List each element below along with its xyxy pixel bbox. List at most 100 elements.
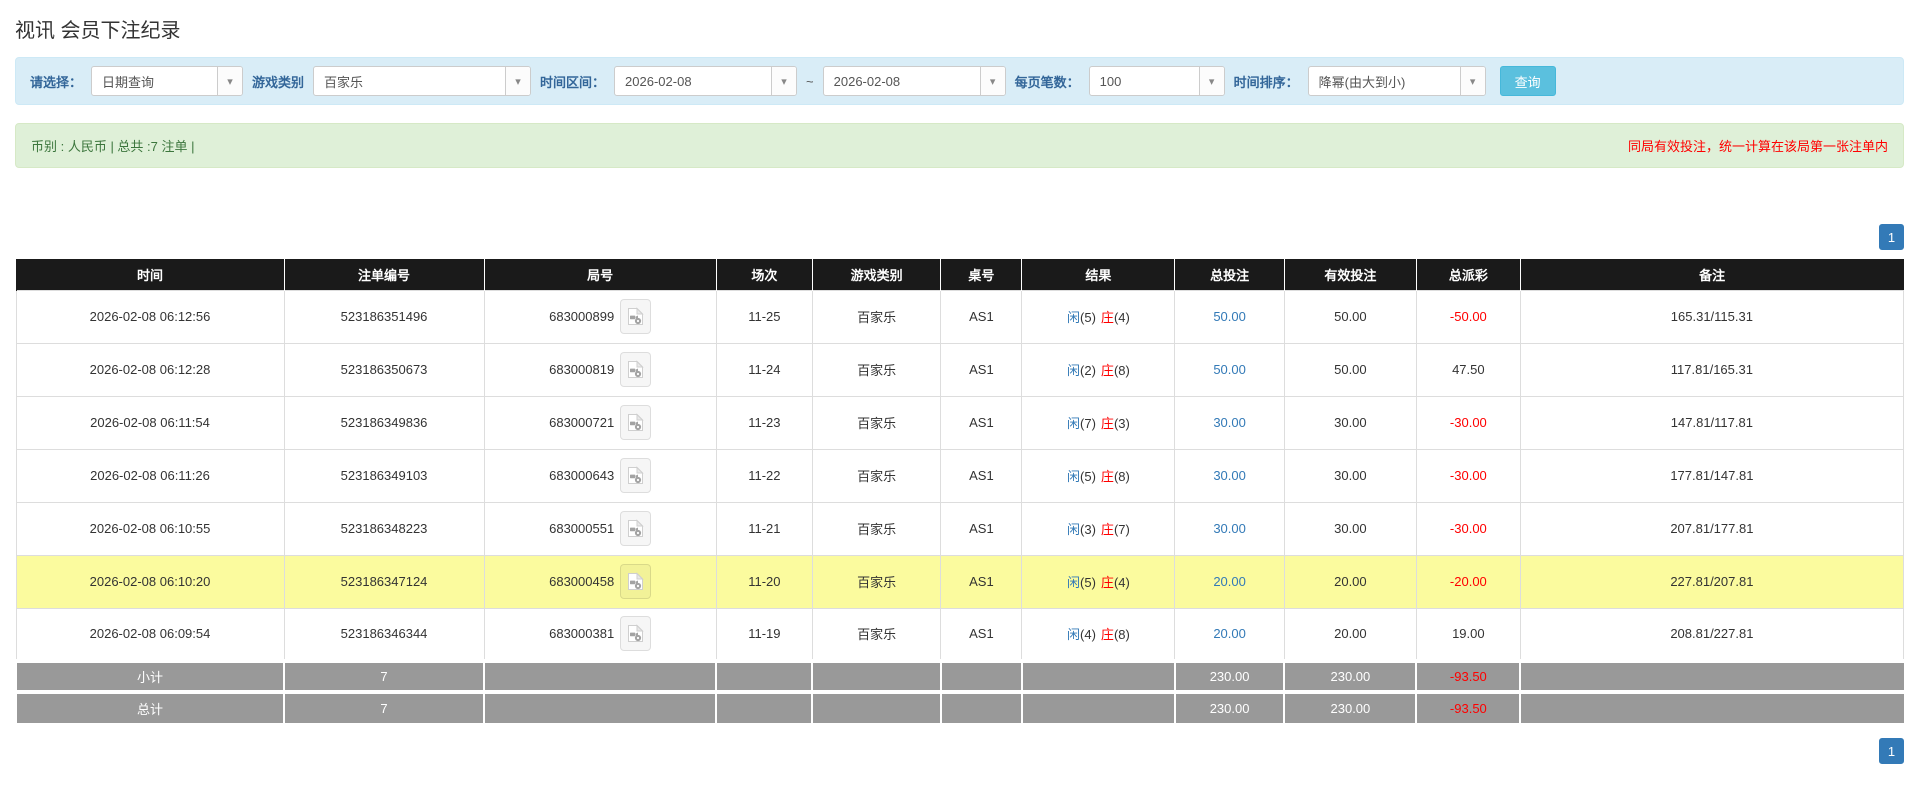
bet-id-cell: 523186347124 xyxy=(284,555,484,608)
game-cell: 百家乐 xyxy=(812,396,940,449)
round-number: 683000819 xyxy=(549,362,614,377)
payout-cell: -30.00 xyxy=(1416,502,1520,555)
total-bet-link[interactable]: 20.00 xyxy=(1213,574,1246,589)
chevron-down-icon: ▾ xyxy=(505,67,530,95)
banker-result-score: (8) xyxy=(1114,469,1130,484)
session-cell: 11-19 xyxy=(716,608,812,661)
column-header-table-no: 桌号 xyxy=(941,259,1022,290)
query-type-select[interactable]: 日期查询 ▾ xyxy=(91,66,243,96)
records-table: 时间 注单编号 局号 场次 游戏类别 桌号 结果 总投注 有效投注 总派彩 备注… xyxy=(15,259,1904,723)
chevron-down-icon: ▾ xyxy=(1199,67,1224,95)
total-bet-cell: 20.00 xyxy=(1175,555,1284,608)
page-size-value: 100 xyxy=(1090,74,1199,89)
video-file-icon xyxy=(627,413,644,432)
column-header-time: 时间 xyxy=(16,259,284,290)
valid-bet-cell: 20.00 xyxy=(1284,555,1416,608)
round-number: 683000721 xyxy=(549,415,614,430)
page-button-1[interactable]: 1 xyxy=(1879,224,1904,250)
remark-cell: 227.81/207.81 xyxy=(1520,555,1903,608)
round-cell: 683000458 xyxy=(484,555,716,608)
video-file-icon xyxy=(627,624,644,643)
subtotal-valid-bet: 230.00 xyxy=(1284,661,1416,692)
total-bet-link[interactable]: 50.00 xyxy=(1213,362,1246,377)
pagination-bottom: 1 xyxy=(15,738,1904,764)
game-cell: 百家乐 xyxy=(812,343,940,396)
column-header-round: 局号 xyxy=(484,259,716,290)
summary-bar: 币别 : 人民币 | 总共 :7 注单 | 同局有效投注，统一计算在该局第一张注… xyxy=(15,123,1904,168)
total-bet-link[interactable]: 30.00 xyxy=(1213,468,1246,483)
banker-result-score: (3) xyxy=(1114,416,1130,431)
footer-row-subtotal: 小计 7 230.00 230.00 -93.50 xyxy=(16,661,1904,692)
video-button[interactable] xyxy=(620,511,651,546)
round-cell: 683000899 xyxy=(484,290,716,343)
valid-bet-cell: 30.00 xyxy=(1284,396,1416,449)
total-bet-cell: 30.00 xyxy=(1175,449,1284,502)
total-bet-link[interactable]: 20.00 xyxy=(1213,626,1246,641)
round-cell: 683000643 xyxy=(484,449,716,502)
time-cell: 2026-02-08 06:10:55 xyxy=(16,502,284,555)
page-size-select[interactable]: 100 ▾ xyxy=(1089,66,1225,96)
column-header-remark: 备注 xyxy=(1520,259,1903,290)
session-cell: 11-21 xyxy=(716,502,812,555)
total-total-bet: 230.00 xyxy=(1175,692,1284,723)
total-payout: -93.50 xyxy=(1416,692,1520,723)
page-title: 视讯 会员下注纪录 xyxy=(15,14,1904,43)
total-bet-cell: 30.00 xyxy=(1175,502,1284,555)
query-type-value: 日期查询 xyxy=(92,72,217,91)
result-cell: 闲(3)庄(7) xyxy=(1022,502,1175,555)
player-result-score: (4) xyxy=(1080,627,1096,642)
game-type-select[interactable]: 百家乐 ▾ xyxy=(313,66,531,96)
result-cell: 闲(5)庄(4) xyxy=(1022,555,1175,608)
video-button[interactable] xyxy=(620,564,651,599)
total-count: 7 xyxy=(284,692,484,723)
table-row: 2026-02-08 06:10:55 523186348223 6830005… xyxy=(16,502,1904,555)
video-button[interactable] xyxy=(620,458,651,493)
payout-cell: 19.00 xyxy=(1416,608,1520,661)
session-cell: 11-25 xyxy=(716,290,812,343)
banker-result-score: (4) xyxy=(1114,575,1130,590)
time-cell: 2026-02-08 06:11:26 xyxy=(16,449,284,502)
video-button[interactable] xyxy=(620,616,651,651)
game-type-value: 百家乐 xyxy=(314,72,505,91)
date-from-input[interactable]: 2026-02-08 ▾ xyxy=(614,66,797,96)
sort-order-value: 降幂(由大到小) xyxy=(1309,72,1460,91)
total-bet-link[interactable]: 50.00 xyxy=(1213,309,1246,324)
column-header-session: 场次 xyxy=(716,259,812,290)
remark-cell: 147.81/117.81 xyxy=(1520,396,1903,449)
valid-bet-cell: 30.00 xyxy=(1284,449,1416,502)
time-cell: 2026-02-08 06:12:28 xyxy=(16,343,284,396)
player-result-label: 闲 xyxy=(1067,522,1080,537)
banker-result-label: 庄 xyxy=(1101,416,1114,431)
time-range-label: 时间区间： xyxy=(540,72,605,91)
remark-cell: 177.81/147.81 xyxy=(1520,449,1903,502)
total-bet-link[interactable]: 30.00 xyxy=(1213,415,1246,430)
page-button-1[interactable]: 1 xyxy=(1879,738,1904,764)
bet-id-cell: 523186348223 xyxy=(284,502,484,555)
video-button[interactable] xyxy=(620,299,651,334)
search-button[interactable]: 查询 xyxy=(1500,66,1556,96)
video-button[interactable] xyxy=(620,405,651,440)
subtotal-total-bet: 230.00 xyxy=(1175,661,1284,692)
total-bet-link[interactable]: 30.00 xyxy=(1213,521,1246,536)
banker-result-label: 庄 xyxy=(1101,363,1114,378)
time-cell: 2026-02-08 06:11:54 xyxy=(16,396,284,449)
video-button[interactable] xyxy=(620,352,651,387)
banker-result-label: 庄 xyxy=(1101,627,1114,642)
player-result-label: 闲 xyxy=(1067,469,1080,484)
remark-cell: 208.81/227.81 xyxy=(1520,608,1903,661)
remark-cell: 117.81/165.31 xyxy=(1520,343,1903,396)
table-row: 2026-02-08 06:09:54 523186346344 6830003… xyxy=(16,608,1904,661)
table-no-cell: AS1 xyxy=(941,555,1022,608)
game-type-label: 游戏类别 xyxy=(252,72,304,91)
bet-notice-text: 同局有效投注，统一计算在该局第一张注单内 xyxy=(1628,136,1888,155)
date-to-input[interactable]: 2026-02-08 ▾ xyxy=(823,66,1006,96)
player-result-score: (7) xyxy=(1080,416,1096,431)
table-row: 2026-02-08 06:12:56 523186351496 6830008… xyxy=(16,290,1904,343)
sort-order-select[interactable]: 降幂(由大到小) ▾ xyxy=(1308,66,1486,96)
result-cell: 闲(5)庄(4) xyxy=(1022,290,1175,343)
table-row: 2026-02-08 06:11:26 523186349103 6830006… xyxy=(16,449,1904,502)
round-cell: 683000381 xyxy=(484,608,716,661)
session-cell: 11-24 xyxy=(716,343,812,396)
payout-cell: 47.50 xyxy=(1416,343,1520,396)
chevron-down-icon: ▾ xyxy=(771,67,796,95)
